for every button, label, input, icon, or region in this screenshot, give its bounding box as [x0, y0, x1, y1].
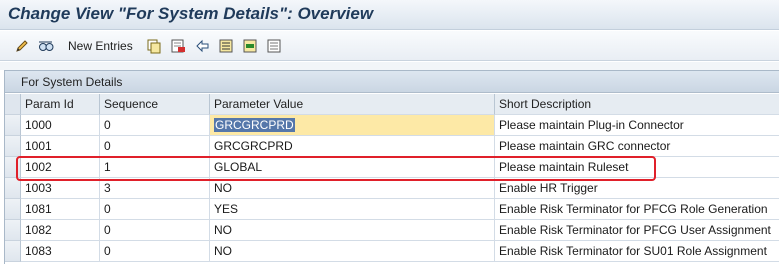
- param-id-cell: 1081: [21, 199, 100, 220]
- parameter-value-text: GRCGRCPRD: [214, 118, 295, 132]
- sequence-cell: 0: [100, 115, 210, 136]
- description-cell: Please maintain Plug-in Connector: [495, 115, 779, 136]
- sequence-cell: 0: [100, 136, 210, 157]
- table-panel: For System Details Param Id Sequence Par…: [4, 70, 779, 264]
- param-id-cell: 1082: [21, 220, 100, 241]
- toolbar: New Entries: [0, 31, 779, 61]
- parameter-value-input[interactable]: GRCGRCPRD: [210, 136, 495, 157]
- spacer: [0, 62, 779, 70]
- description-cell: Please maintain GRC connector: [495, 136, 779, 157]
- sequence-cell: 0: [100, 199, 210, 220]
- column-header-param-id[interactable]: Param Id: [21, 94, 100, 115]
- column-header-short-description[interactable]: Short Description: [495, 94, 779, 115]
- deselect-all-icon[interactable]: [266, 38, 282, 54]
- table-row: 1083 0 NO Enable Risk Terminator for SU0…: [5, 241, 779, 262]
- description-cell: Enable Risk Terminator for PFCG User Ass…: [495, 220, 779, 241]
- row-selector[interactable]: [5, 157, 21, 178]
- sequence-cell: 3: [100, 178, 210, 199]
- parameter-value-input[interactable]: NO: [210, 241, 495, 262]
- column-header-parameter-value[interactable]: Parameter Value: [210, 94, 495, 115]
- sequence-cell: 0: [100, 220, 210, 241]
- row-selector[interactable]: [5, 115, 21, 136]
- description-cell: Please maintain Ruleset: [495, 157, 779, 178]
- table-row: 1081 0 YES Enable Risk Terminator for PF…: [5, 199, 779, 220]
- display-glasses-icon[interactable]: [38, 38, 54, 54]
- parameter-value-input[interactable]: NO: [210, 178, 495, 199]
- undo-icon[interactable]: [194, 38, 210, 54]
- panel-title: For System Details: [21, 75, 123, 89]
- param-id-cell: 1083: [21, 241, 100, 262]
- sequence-cell: 1: [100, 157, 210, 178]
- row-selector[interactable]: [5, 199, 21, 220]
- delete-icon[interactable]: [170, 38, 186, 54]
- description-cell: Enable Risk Terminator for SU01 Role Ass…: [495, 241, 779, 262]
- param-id-cell: 1002: [21, 157, 100, 178]
- description-cell: Enable HR Trigger: [495, 178, 779, 199]
- new-entries-button[interactable]: New Entries: [68, 39, 133, 53]
- title-bar: Change View "For System Details": Overvi…: [0, 0, 779, 30]
- table-row: 1002 1 GLOBAL Please maintain Ruleset: [5, 157, 779, 178]
- page-title: Change View "For System Details": Overvi…: [8, 4, 374, 23]
- parameter-value-input[interactable]: NO: [210, 220, 495, 241]
- table-row: 1082 0 NO Enable Risk Terminator for PFC…: [5, 220, 779, 241]
- parameter-value-input[interactable]: GLOBAL: [210, 157, 495, 178]
- table-header-row: Param Id Sequence Parameter Value Short …: [5, 94, 779, 115]
- parameter-value-input[interactable]: GRCGRCPRD: [210, 115, 495, 136]
- param-id-cell: 1001: [21, 136, 100, 157]
- select-all-rows-button[interactable]: [5, 94, 21, 115]
- row-selector[interactable]: [5, 136, 21, 157]
- edit-pencil-icon[interactable]: [14, 38, 30, 54]
- table-row: 1003 3 NO Enable HR Trigger: [5, 178, 779, 199]
- select-block-icon[interactable]: [242, 38, 258, 54]
- panel-title-bar: For System Details: [5, 71, 779, 93]
- parameter-value-input[interactable]: YES: [210, 199, 495, 220]
- param-id-cell: 1000: [21, 115, 100, 136]
- table-row: 1000 0 GRCGRCPRD Please maintain Plug-in…: [5, 115, 779, 136]
- select-all-icon[interactable]: [218, 38, 234, 54]
- row-selector[interactable]: [5, 241, 21, 262]
- table-row: 1001 0 GRCGRCPRD Please maintain GRC con…: [5, 136, 779, 157]
- description-cell: Enable Risk Terminator for PFCG Role Gen…: [495, 199, 779, 220]
- row-selector[interactable]: [5, 178, 21, 199]
- sequence-cell: 0: [100, 241, 210, 262]
- param-id-cell: 1003: [21, 178, 100, 199]
- column-header-sequence[interactable]: Sequence: [100, 94, 210, 115]
- row-selector[interactable]: [5, 220, 21, 241]
- copy-icon[interactable]: [146, 38, 162, 54]
